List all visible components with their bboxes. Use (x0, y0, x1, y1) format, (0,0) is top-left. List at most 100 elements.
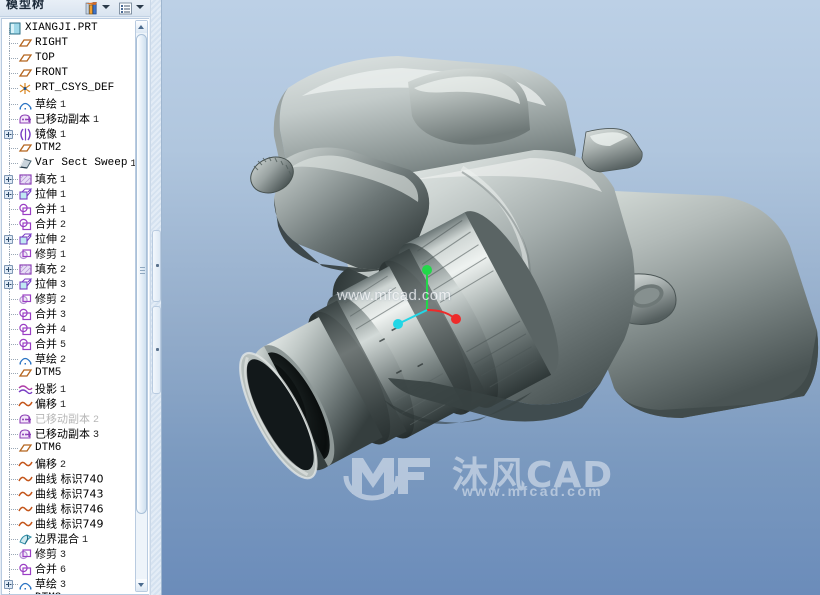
panel-splitter[interactable] (150, 0, 162, 595)
tree-item[interactable]: 修剪 1 (2, 246, 135, 262)
tree-item[interactable]: 修剪 2 (2, 291, 135, 307)
tree-item-label: PRT_CSYS_DEF (35, 82, 115, 94)
tree-connector (4, 591, 18, 594)
sketch-icon (18, 98, 33, 111)
tree-item[interactable]: 边界混合 1 (2, 531, 135, 547)
tree-item-label: 合并 (35, 202, 57, 216)
tree-item[interactable]: 曲线 标识749 (2, 516, 135, 532)
tree-settings-button[interactable] (118, 1, 133, 16)
scrollbar-thumb[interactable] (136, 34, 147, 514)
tree-item[interactable]: DTM5 (2, 366, 135, 381)
tree-item-label: 合并 (35, 307, 57, 321)
splitter-grip-dot (156, 348, 159, 351)
tree-item[interactable]: 偏移 2 (2, 456, 135, 472)
tree-item[interactable]: FRONT (2, 66, 135, 81)
tree-item[interactable]: DTM6 (2, 441, 135, 456)
tree-item-label: 填充 (35, 262, 57, 276)
tree-item[interactable]: 填充 1 (2, 171, 135, 187)
tree-item-label: 合并 (35, 322, 57, 336)
tree-item-label: Var Sect Sweep (35, 157, 128, 169)
fill-icon (18, 263, 33, 276)
merge-icon (18, 338, 33, 351)
tree-item-label: DTM6 (35, 442, 62, 454)
datum-plane-icon (18, 67, 33, 80)
tree-connector (4, 96, 18, 112)
merge-icon (18, 203, 33, 216)
triangle-up-icon (138, 25, 144, 29)
model-tree-vertical-scrollbar[interactable] (135, 20, 148, 592)
tree-expand-toggle[interactable] (4, 279, 13, 289)
tree-item-label: DTM5 (35, 367, 62, 379)
trim-icon (18, 548, 33, 561)
tree-item[interactable]: 拉伸 3 (2, 276, 135, 292)
tree-item[interactable]: 草绘 2 (2, 351, 135, 367)
tree-filter-button[interactable] (84, 1, 99, 16)
tree-connector (4, 171, 18, 187)
3d-graphics-viewport[interactable]: www.mfcad.com 沐风CAD www.mfcad.com (162, 0, 820, 595)
tree-item[interactable]: 偏移 1 (2, 396, 135, 412)
tree-item-number: 1 (60, 100, 67, 111)
tree-item[interactable]: 修剪 3 (2, 546, 135, 562)
tree-item[interactable]: 曲线 标识740 (2, 471, 135, 487)
tree-item[interactable]: DTM2 (2, 141, 135, 156)
tree-connector (4, 36, 18, 51)
tree-expand-toggle[interactable] (4, 579, 13, 589)
tree-item[interactable]: 合并 6 (2, 561, 135, 577)
project-icon (18, 383, 33, 396)
tree-expand-toggle[interactable] (4, 234, 13, 244)
tree-item[interactable]: 曲线 标识746 (2, 501, 135, 517)
tree-item[interactable]: 合并 5 (2, 336, 135, 352)
tree-item[interactable]: 草绘 1 (2, 96, 135, 112)
tree-filter-dropdown-arrow[interactable] (102, 5, 110, 9)
tree-item[interactable]: Var Sect Sweep 1 (2, 156, 136, 171)
tree-item-label: TOP (35, 52, 55, 64)
tree-item[interactable]: RIGHT (2, 36, 135, 51)
tree-connector (4, 456, 18, 472)
tree-item[interactable]: 曲线 标识743 (2, 486, 135, 502)
tree-item[interactable]: PRT_CSYS_DEF (2, 81, 135, 96)
tree-item[interactable]: 合并 4 (2, 321, 135, 337)
tree-item[interactable]: 拉伸 1 (2, 186, 135, 202)
scroll-up-button[interactable] (136, 21, 147, 33)
tree-connector (4, 186, 18, 202)
offset-curve-icon (18, 458, 33, 471)
sketch-icon (18, 578, 33, 591)
splitter-handle-lower[interactable] (152, 306, 161, 394)
tree-item[interactable]: 合并 3 (2, 306, 135, 322)
part-icon (8, 22, 23, 35)
tree-expand-toggle[interactable] (4, 129, 13, 139)
tree-settings-dropdown-arrow[interactable] (136, 5, 144, 9)
tree-item[interactable]: 已移动副本 2 (2, 411, 135, 427)
sweep-icon (18, 157, 33, 170)
coordinate-system-icon (18, 82, 33, 95)
tree-expand-toggle[interactable] (4, 264, 13, 274)
tree-item[interactable]: 已移动副本 3 (2, 426, 135, 442)
tree-item[interactable]: 投影 1 (2, 381, 135, 397)
tree-item-number: 3 (60, 280, 67, 291)
tree-item-label: 镜像 (35, 127, 57, 141)
tree-item[interactable]: 填充 2 (2, 261, 135, 277)
tree-expand-toggle[interactable] (4, 174, 13, 184)
scroll-down-button[interactable] (136, 579, 147, 591)
tree-item-label: 拉伸 (35, 232, 57, 246)
tree-item[interactable]: TOP (2, 51, 135, 66)
tree-connector (4, 261, 18, 277)
tree-item[interactable]: XIANGJI.PRT (2, 21, 135, 36)
tree-expand-toggle[interactable] (4, 189, 13, 199)
tree-item[interactable]: 合并 1 (2, 201, 135, 217)
tree-item[interactable]: DTM8 (2, 591, 135, 594)
tree-item[interactable]: 合并 2 (2, 216, 135, 232)
tree-item-label: 草绘 (35, 97, 57, 111)
tree-item-label: 边界混合 (35, 532, 79, 546)
tree-item[interactable]: 草绘 3 (2, 576, 135, 592)
splitter-handle-upper[interactable] (152, 230, 161, 302)
model-tree-scroll-area: XIANGJI.PRT RIGHT TOP FRONT PRT_CSYS_DEF 草绘 1 已… (1, 18, 149, 595)
tree-item-label: FRONT (35, 67, 69, 79)
tree-item[interactable]: 已移动副本 1 (2, 111, 135, 127)
datum-plane-icon (18, 37, 33, 50)
tree-item-number: 2 (93, 415, 100, 426)
extrude-icon (18, 233, 33, 246)
splitter-grip-dot (156, 264, 159, 267)
tree-item[interactable]: 拉伸 2 (2, 231, 135, 247)
tree-item[interactable]: 镜像 1 (2, 126, 135, 142)
